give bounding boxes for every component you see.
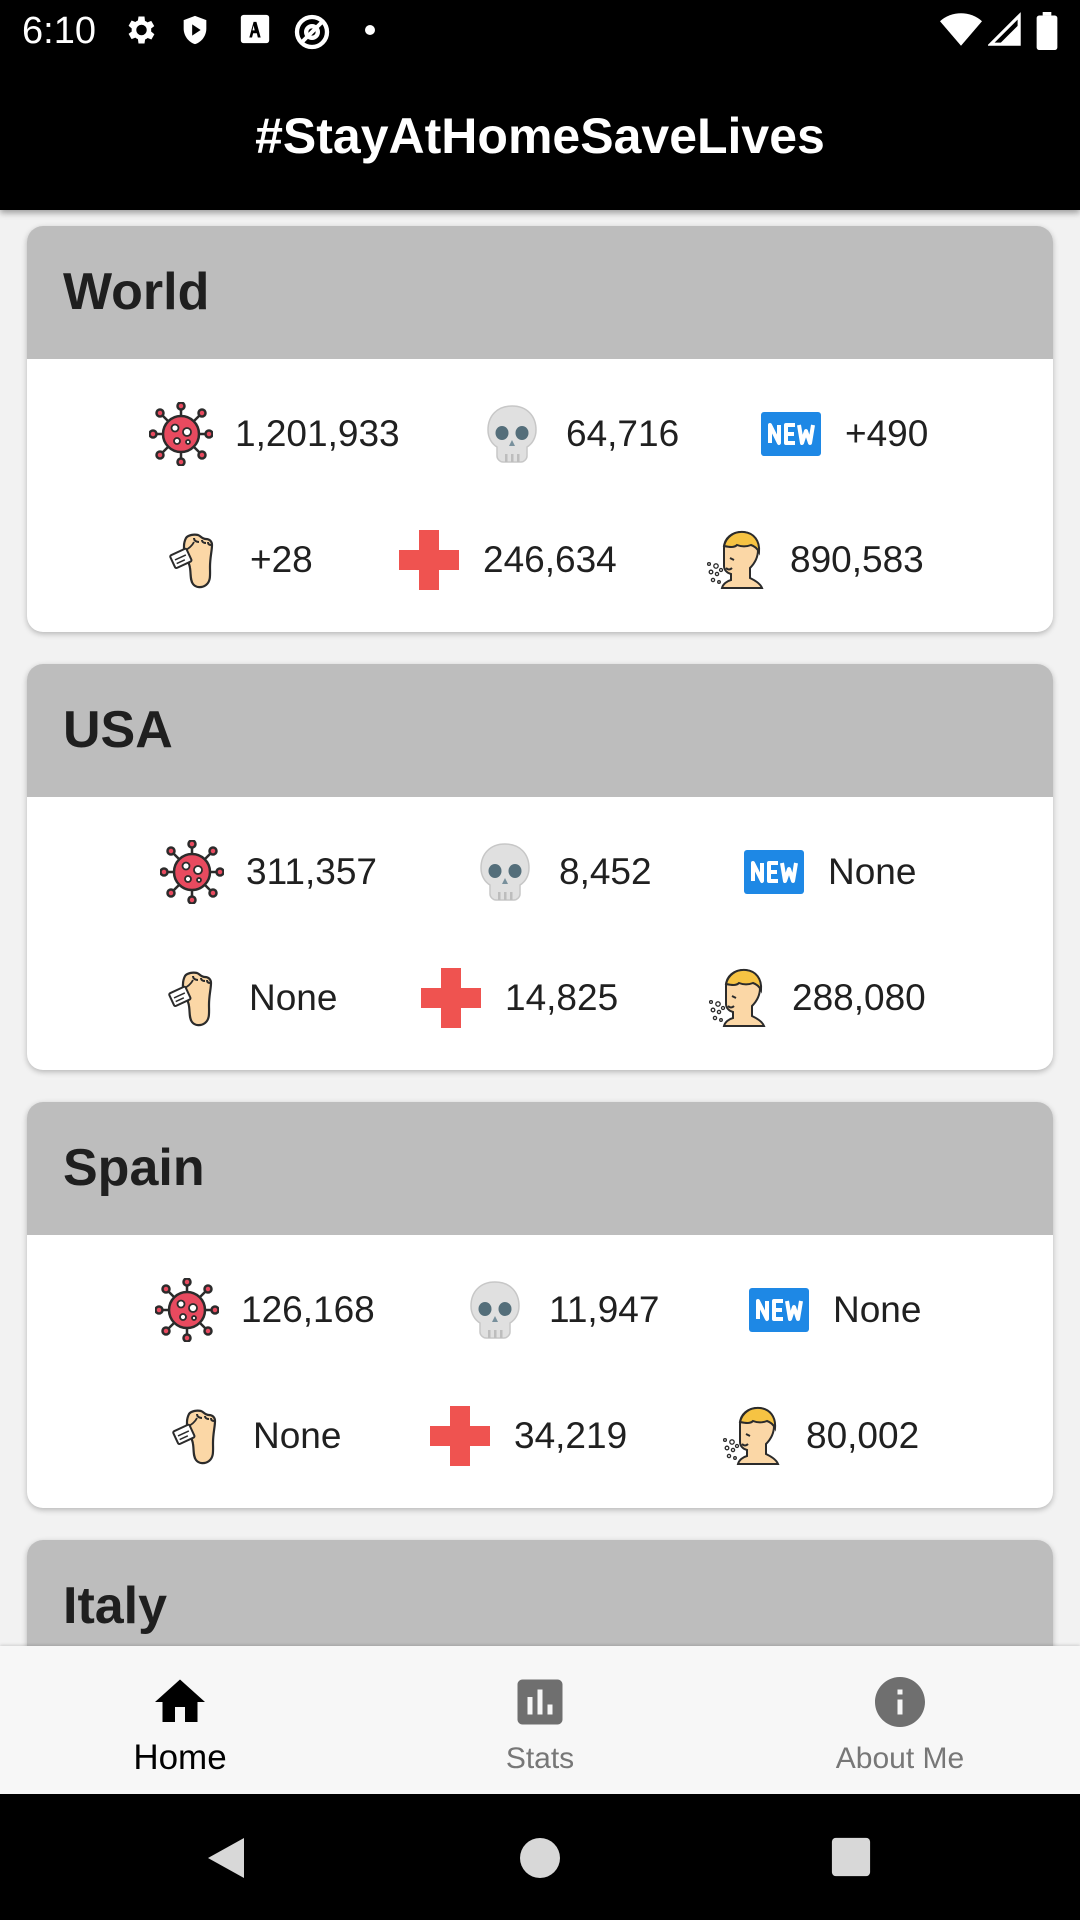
deaths-value: 8,452	[559, 851, 652, 892]
nav-home[interactable]: Home	[0, 1646, 360, 1794]
deaths-value: 11,947	[549, 1289, 660, 1330]
red-cross-icon	[419, 966, 483, 1030]
toe-tag-icon	[167, 1404, 231, 1468]
wifi-icon	[940, 13, 982, 46]
sick-person-icon	[704, 528, 768, 592]
back-icon[interactable]	[204, 1834, 248, 1882]
skull-icon	[463, 1278, 527, 1342]
active-value: 288,080	[792, 977, 926, 1018]
country-name: USA	[63, 701, 173, 759]
nav-label: About Me	[835, 1742, 965, 1775]
stat-active: 80,002	[720, 1401, 919, 1471]
battery-icon	[1036, 12, 1058, 50]
nav-label: Home	[133, 1738, 227, 1777]
stat-new-deaths: None	[167, 1401, 341, 1471]
skull-icon	[473, 840, 537, 904]
virus-icon	[155, 1278, 219, 1342]
nav-label: Stats	[505, 1742, 575, 1775]
deaths-value: 64,716	[566, 413, 680, 454]
new-cases-value: +490	[845, 413, 929, 454]
card-header: USA	[27, 664, 1053, 797]
stat-new-cases: None	[742, 837, 916, 907]
recovered-value: 34,219	[514, 1415, 628, 1456]
stat-deaths: 64,716	[480, 399, 679, 469]
settings-icon	[128, 16, 155, 44]
stat-active: 288,080	[706, 963, 926, 1033]
skull-icon	[480, 402, 544, 466]
recents-icon[interactable]	[830, 1836, 872, 1878]
stat-recovered: 14,825	[419, 963, 618, 1033]
stat-total-cases: 126,168	[155, 1275, 375, 1345]
stat-new-deaths: +28	[164, 525, 313, 595]
virus-icon	[160, 840, 224, 904]
status-bar: 6:10	[0, 0, 1080, 63]
home-button-icon[interactable]	[518, 1836, 562, 1880]
new-deaths-value: None	[253, 1415, 342, 1456]
info-icon	[875, 1677, 925, 1727]
status-time: 6:10	[22, 10, 96, 52]
red-cross-icon	[428, 1404, 492, 1468]
country-name: Italy	[63, 1577, 168, 1635]
shield-play-icon	[183, 15, 207, 45]
stat-recovered: 34,219	[428, 1401, 627, 1471]
sick-person-icon	[720, 1404, 784, 1468]
stat-new-cases: None	[747, 1275, 921, 1345]
text-a-icon	[240, 14, 270, 44]
new-badge-icon	[747, 1278, 811, 1342]
stat-deaths: 11,947	[463, 1275, 659, 1345]
card-header: World	[27, 226, 1053, 359]
at-sign-icon	[294, 14, 330, 50]
country-list[interactable]: World 1,201,933 64,716 +490 +28 246,634 …	[0, 210, 1080, 1646]
stat-deaths: 8,452	[473, 837, 652, 907]
nav-about-me[interactable]: About Me	[720, 1646, 1080, 1794]
toe-tag-icon	[164, 528, 228, 592]
notification-dot-icon	[365, 25, 375, 35]
country-name: Spain	[63, 1139, 205, 1197]
active-value: 80,002	[806, 1415, 920, 1456]
country-card-spain[interactable]: Spain 126,168 11,947 None None 34,219 80…	[27, 1102, 1053, 1508]
recovered-value: 14,825	[505, 977, 619, 1018]
toe-tag-icon	[163, 966, 227, 1030]
app-bar: #StayAtHomeSaveLives	[0, 63, 1080, 210]
country-card-italy[interactable]: Italy	[27, 1540, 1053, 1646]
app-title: #StayAtHomeSaveLives	[255, 108, 825, 164]
nav-stats[interactable]: Stats	[360, 1646, 720, 1794]
stat-total-cases: 1,201,933	[149, 399, 400, 469]
total-cases-value: 126,168	[241, 1289, 375, 1330]
recovered-value: 246,634	[483, 539, 617, 580]
new-badge-icon	[759, 402, 823, 466]
home-icon	[155, 1679, 205, 1722]
red-cross-icon	[397, 528, 461, 592]
new-badge-icon	[742, 840, 806, 904]
new-cases-value: None	[833, 1289, 922, 1330]
new-cases-value: None	[828, 851, 917, 892]
country-name: World	[63, 263, 210, 321]
stat-active: 890,583	[704, 525, 924, 595]
active-value: 890,583	[790, 539, 924, 580]
new-deaths-value: None	[249, 977, 338, 1018]
country-card-usa[interactable]: USA 311,357 8,452 None None 14,825 288,0…	[27, 664, 1053, 1070]
card-header: Italy	[27, 1540, 1053, 1646]
total-cases-value: 1,201,933	[235, 413, 400, 454]
system-navigation-bar	[0, 1794, 1080, 1920]
stat-new-deaths: None	[163, 963, 337, 1033]
sick-person-icon	[706, 966, 770, 1030]
card-header: Spain	[27, 1102, 1053, 1235]
bottom-navigation: Home Stats About Me	[0, 1646, 1080, 1794]
cell-signal-icon	[988, 12, 1021, 46]
new-deaths-value: +28	[250, 539, 313, 580]
total-cases-value: 311,357	[246, 851, 377, 892]
stat-new-cases: +490	[759, 399, 928, 469]
virus-icon	[149, 402, 213, 466]
country-card-world[interactable]: World 1,201,933 64,716 +490 +28 246,634 …	[27, 226, 1053, 632]
stat-total-cases: 311,357	[160, 837, 377, 907]
stat-recovered: 246,634	[397, 525, 617, 595]
bar-chart-icon	[517, 1679, 563, 1725]
